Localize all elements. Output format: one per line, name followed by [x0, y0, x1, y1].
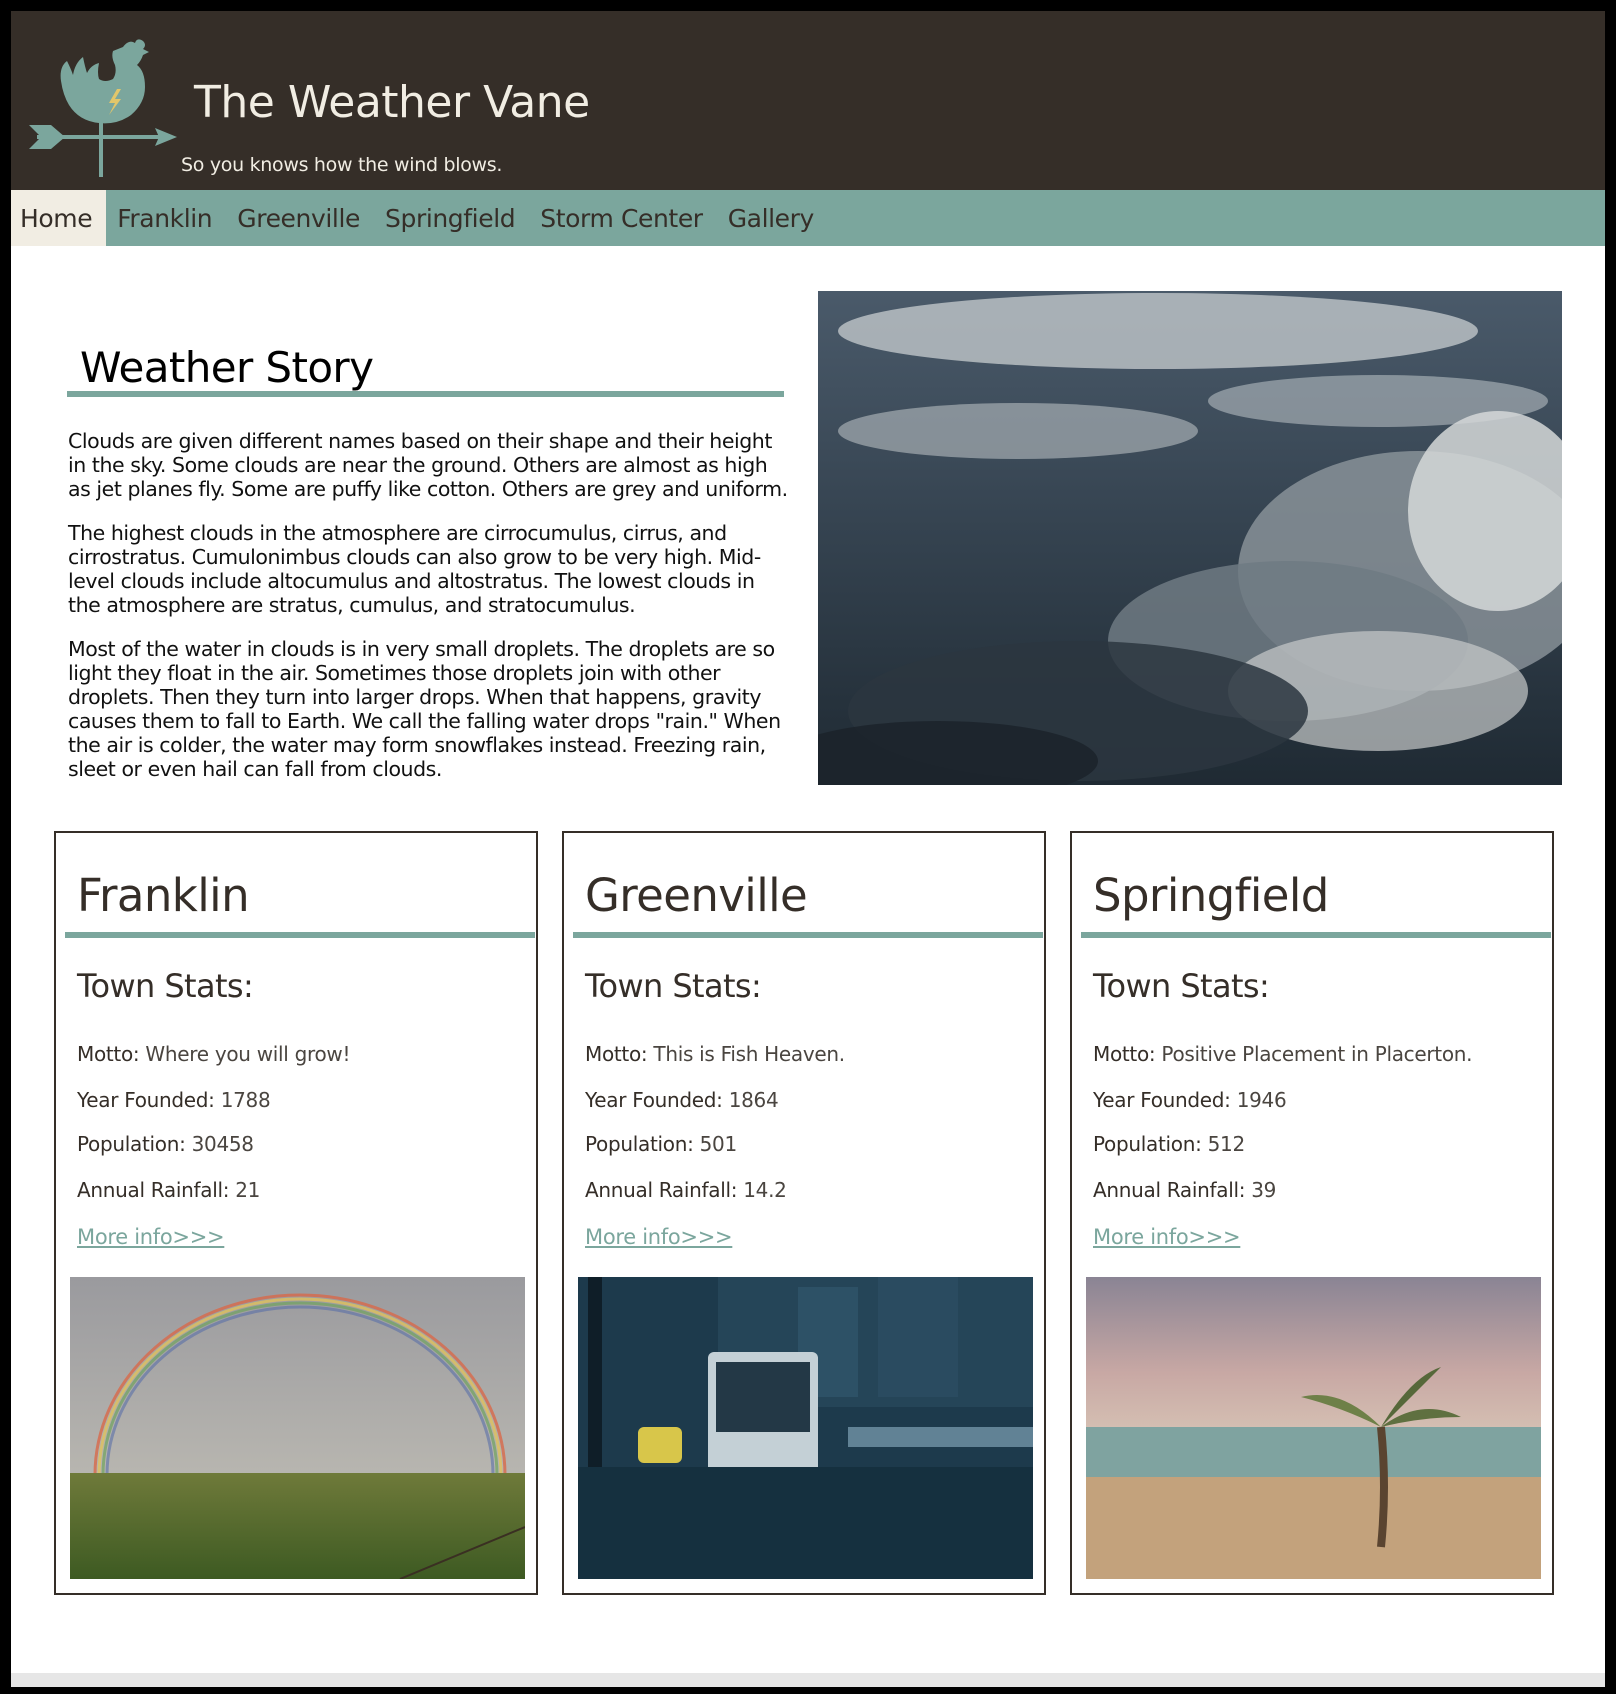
story-paragraph: Clouds are given different names based o…	[68, 429, 788, 501]
founded-value: 1788	[220, 1088, 271, 1112]
town-stats-heading: Town Stats:	[77, 967, 254, 1005]
motto-value: Positive Placement in Placerton.	[1161, 1042, 1473, 1066]
main-nav: Home Franklin Greenville Springfield Sto…	[11, 190, 1605, 246]
town-card-greenville: Greenville Town Stats: Motto: This is Fi…	[562, 831, 1046, 1595]
town-motto: Motto: Positive Placement in Placerton.	[1093, 1042, 1473, 1066]
windy-palm-beach-image	[1086, 1277, 1541, 1579]
story-paragraph: The highest clouds in the atmosphere are…	[68, 521, 761, 617]
population-label: Population:	[1093, 1132, 1202, 1156]
story-heading: Weather Story	[80, 343, 374, 392]
town-year-founded: Year Founded: 1946	[1093, 1088, 1287, 1112]
founded-value: 1946	[1236, 1088, 1287, 1112]
nav-item-springfield[interactable]: Springfield	[376, 190, 524, 246]
rainfall-label: Annual Rainfall:	[1093, 1178, 1246, 1202]
town-stats-heading: Town Stats:	[585, 967, 762, 1005]
population-value: 501	[699, 1132, 738, 1156]
more-info-link[interactable]: More info>>>	[77, 1225, 225, 1249]
population-label: Population:	[77, 1132, 186, 1156]
nav-item-home[interactable]: Home	[11, 190, 107, 246]
site-tagline: So you knows how the wind blows.	[181, 154, 503, 176]
founded-label: Year Founded:	[77, 1088, 215, 1112]
story-paragraph: Most of the water in clouds is in very s…	[68, 637, 781, 781]
storm-clouds-image	[818, 291, 1562, 785]
site-header: The Weather Vane So you knows how the wi…	[11, 11, 1605, 190]
motto-value: Where you will grow!	[145, 1042, 351, 1066]
town-population: Population: 30458	[77, 1132, 254, 1156]
nav-item-greenville[interactable]: Greenville	[228, 190, 369, 246]
town-annual-rainfall: Annual Rainfall: 21	[77, 1178, 260, 1202]
site-title: The Weather Vane	[194, 77, 590, 128]
town-divider	[573, 932, 1043, 938]
founded-label: Year Founded:	[585, 1088, 723, 1112]
population-label: Population:	[585, 1132, 694, 1156]
town-name: Greenville	[585, 869, 808, 922]
town-annual-rainfall: Annual Rainfall: 39	[1093, 1178, 1276, 1202]
rainbow-field-image	[70, 1277, 525, 1579]
town-motto: Motto: This is Fish Heaven.	[585, 1042, 845, 1066]
nav-item-gallery[interactable]: Gallery	[719, 190, 823, 246]
town-population: Population: 501	[585, 1132, 737, 1156]
rainfall-label: Annual Rainfall:	[77, 1178, 230, 1202]
rainfall-value: 39	[1251, 1178, 1277, 1202]
more-info-link[interactable]: More info>>>	[1093, 1225, 1241, 1249]
town-name: Springfield	[1093, 869, 1329, 922]
rainy-street-bus-image	[578, 1277, 1033, 1579]
town-card-franklin: Franklin Town Stats: Motto: Where you wi…	[54, 831, 538, 1595]
nav-item-franklin[interactable]: Franklin	[108, 190, 221, 246]
rainfall-value: 14.2	[743, 1178, 787, 1202]
motto-value: This is Fish Heaven.	[653, 1042, 845, 1066]
rooster-weathervane-logo[interactable]	[27, 29, 177, 181]
rainfall-label: Annual Rainfall:	[585, 1178, 738, 1202]
story-heading-rule: Weather Story	[67, 337, 784, 397]
town-population: Population: 512	[1093, 1132, 1245, 1156]
page-footer-strip	[11, 1673, 1605, 1687]
town-motto: Motto: Where you will grow!	[77, 1042, 351, 1066]
motto-label: Motto:	[1093, 1042, 1156, 1066]
story-body: Clouds are given different names based o…	[68, 429, 788, 801]
town-stats-heading: Town Stats:	[1093, 967, 1270, 1005]
town-annual-rainfall: Annual Rainfall: 14.2	[585, 1178, 787, 1202]
population-value: 512	[1207, 1132, 1246, 1156]
town-divider	[1081, 932, 1551, 938]
town-name: Franklin	[77, 869, 250, 922]
town-divider	[65, 932, 535, 938]
page: The Weather Vane So you knows how the wi…	[11, 11, 1605, 1687]
rainfall-value: 21	[235, 1178, 261, 1202]
more-info-link[interactable]: More info>>>	[585, 1225, 733, 1249]
population-value: 30458	[191, 1132, 254, 1156]
town-year-founded: Year Founded: 1788	[77, 1088, 271, 1112]
town-card-springfield: Springfield Town Stats: Motto: Positive …	[1070, 831, 1554, 1595]
nav-item-storm-center[interactable]: Storm Center	[531, 190, 711, 246]
town-year-founded: Year Founded: 1864	[585, 1088, 779, 1112]
founded-value: 1864	[728, 1088, 779, 1112]
motto-label: Motto:	[585, 1042, 648, 1066]
founded-label: Year Founded:	[1093, 1088, 1231, 1112]
motto-label: Motto:	[77, 1042, 140, 1066]
